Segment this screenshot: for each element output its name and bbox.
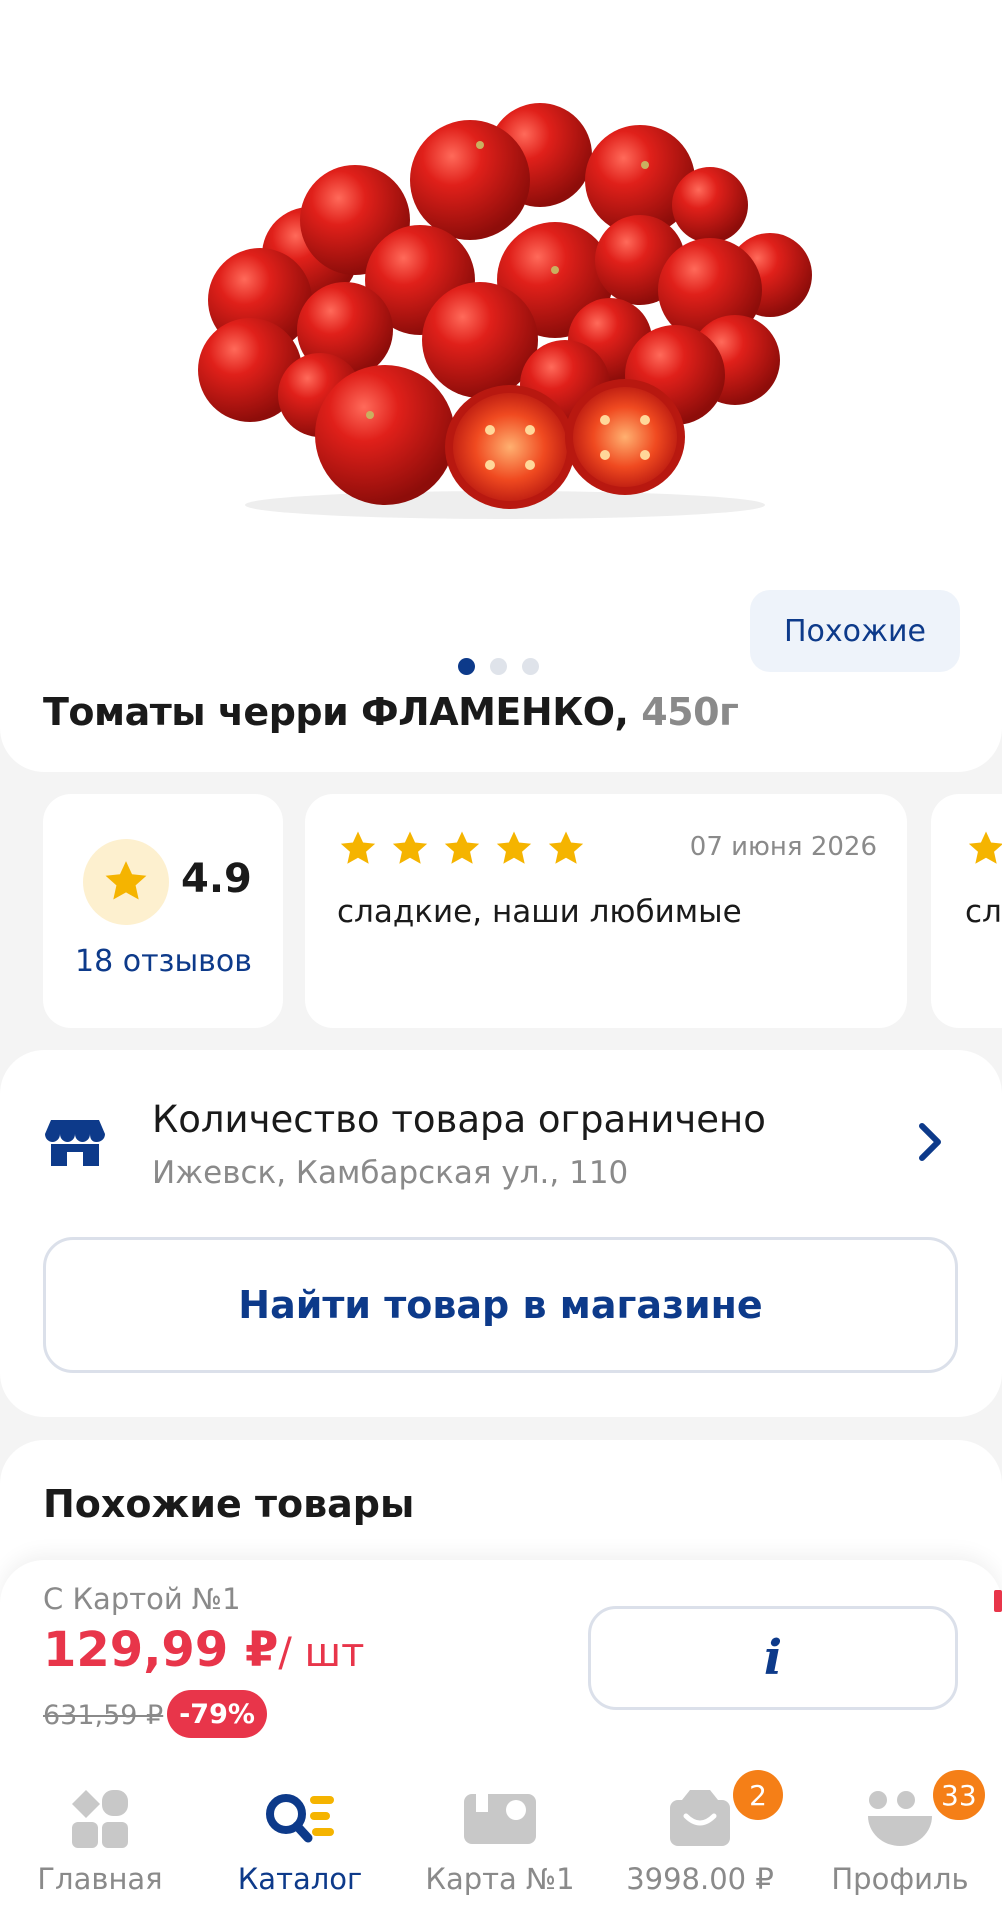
cart-count-badge: 2 bbox=[733, 1770, 783, 1820]
profile-face-icon bbox=[868, 1791, 932, 1846]
bottom-navigation: Главная Каталог Карта №1 3998.00 ₽ 2 Про… bbox=[0, 1760, 1002, 1920]
edge-marker bbox=[994, 1590, 1002, 1612]
nav-item-profile[interactable]: Профиль 33 bbox=[800, 1760, 1000, 1920]
review-date: 07 июня 2026 bbox=[689, 832, 877, 862]
nav-item-loyalty-card[interactable]: Карта №1 bbox=[400, 1760, 600, 1920]
similar-products-chip[interactable]: Похожие bbox=[750, 590, 960, 672]
price-value: 129,99 ₽ bbox=[43, 1622, 279, 1678]
gallery-pagination bbox=[458, 658, 539, 675]
gallery-dot-1[interactable] bbox=[458, 658, 475, 675]
loyalty-card-icon bbox=[464, 1794, 536, 1844]
star-icon bbox=[496, 831, 532, 864]
reviews-count-link[interactable]: 18 отзывов bbox=[75, 944, 252, 979]
review-card-next[interactable]: сл bbox=[931, 794, 1002, 1028]
store-address: Ижевск, Камбарская ул., 110 bbox=[152, 1155, 629, 1191]
star-icon bbox=[548, 831, 584, 864]
price-unit: / шт bbox=[278, 1630, 365, 1676]
info-button[interactable]: i bbox=[588, 1606, 958, 1710]
review-text: сладкие, наши любимые bbox=[337, 894, 742, 930]
gallery-dot-2[interactable] bbox=[490, 658, 507, 675]
review-stars bbox=[337, 828, 587, 870]
profile-notifications-badge: 33 bbox=[933, 1770, 985, 1820]
reviews-carousel[interactable]: 4.9 18 отзывов 07 июня 2026 сладкие, наш… bbox=[43, 794, 1002, 1028]
gallery-dot-3[interactable] bbox=[522, 658, 539, 675]
current-price: 129,99 ₽/ шт bbox=[43, 1622, 364, 1678]
rating-star-icon bbox=[83, 839, 169, 925]
nav-label: Профиль bbox=[831, 1862, 969, 1896]
stock-limited-title: Количество товара ограничено bbox=[152, 1098, 766, 1141]
find-in-store-button[interactable]: Найти товар в магазине bbox=[43, 1237, 958, 1373]
review-stars bbox=[965, 828, 1002, 870]
nav-label: 3998.00 ₽ bbox=[626, 1862, 774, 1896]
nav-label: Каталог bbox=[237, 1862, 363, 1896]
rating-value: 4.9 bbox=[181, 856, 252, 902]
product-weight: 450г bbox=[641, 690, 739, 734]
product-hero: Похожие Томаты черри ФЛАМЕНКО, 450г bbox=[0, 0, 1002, 772]
chevron-right-icon[interactable] bbox=[914, 1120, 944, 1164]
old-price: 631,59 ₽ bbox=[43, 1700, 164, 1731]
loyalty-card-price-label: С Картой №1 bbox=[43, 1582, 241, 1616]
star-icon bbox=[968, 831, 1002, 864]
star-icon bbox=[444, 831, 480, 864]
store-availability: Количество товара ограничено Ижевск, Кам… bbox=[0, 1050, 1002, 1417]
store-icon bbox=[45, 1120, 105, 1166]
catalog-search-icon bbox=[266, 1794, 334, 1843]
similar-products-title: Похожие товары bbox=[43, 1482, 415, 1526]
review-card[interactable]: 07 июня 2026 сладкие, наши любимые bbox=[305, 794, 907, 1028]
star-icon bbox=[392, 831, 428, 864]
product-title: Томаты черри ФЛАМЕНКО, 450г bbox=[43, 690, 739, 734]
rating-summary-card[interactable]: 4.9 18 отзывов bbox=[43, 794, 283, 1028]
product-name: Томаты черри ФЛАМЕНКО, bbox=[43, 690, 629, 734]
nav-label: Главная bbox=[37, 1862, 163, 1896]
product-image[interactable] bbox=[180, 85, 830, 525]
review-text: сл bbox=[965, 894, 1002, 930]
discount-badge: -79% bbox=[167, 1690, 267, 1738]
nav-item-cart[interactable]: 3998.00 ₽ 2 bbox=[600, 1760, 800, 1920]
nav-item-catalog[interactable]: Каталог bbox=[200, 1760, 400, 1920]
home-tiles-icon bbox=[72, 1790, 128, 1848]
cart-bag-icon bbox=[670, 1790, 730, 1846]
star-icon bbox=[340, 831, 376, 864]
price-panel: С Картой №1 129,99 ₽/ шт 631,59 ₽ -79% i bbox=[0, 1560, 1002, 1760]
nav-item-home[interactable]: Главная bbox=[0, 1760, 200, 1920]
nav-label: Карта №1 bbox=[425, 1862, 575, 1896]
